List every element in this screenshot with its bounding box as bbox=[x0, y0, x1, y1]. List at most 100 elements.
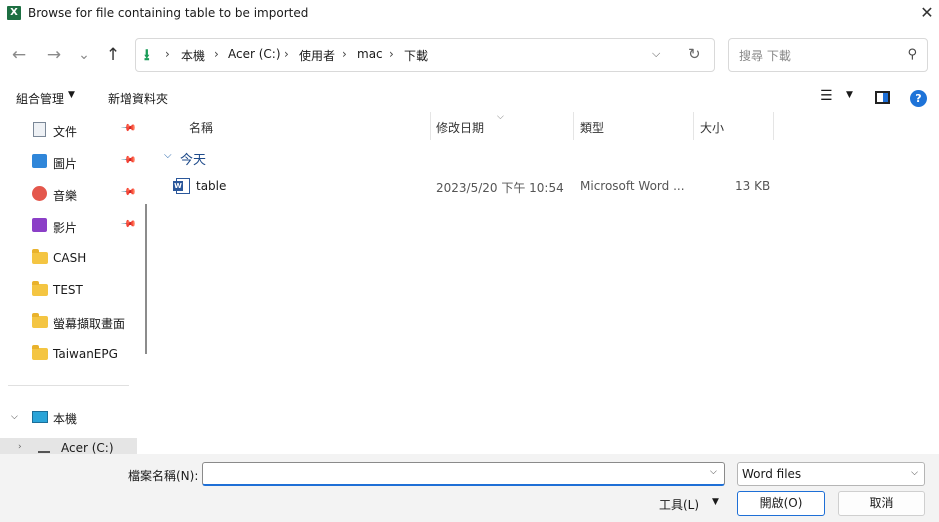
sidebar-item-label: 螢幕擷取畫面 bbox=[53, 317, 126, 331]
navigation-pane[interactable]: 文件 📌 圖片 📌 音樂 📌 影片 📌 CASH TEST 螢幕擷取畫面 Tai… bbox=[0, 112, 152, 454]
caret-down-icon[interactable]: ▼ bbox=[712, 497, 719, 507]
filename-input[interactable] bbox=[202, 462, 725, 486]
folder-icon bbox=[32, 249, 48, 264]
view-list-icon[interactable]: ☰ bbox=[820, 88, 833, 104]
organize-button[interactable]: 組合管理 bbox=[16, 90, 64, 107]
filename-label: 檔案名稱(N): bbox=[128, 469, 199, 483]
divider bbox=[8, 385, 129, 386]
breadcrumb-users[interactable]: 使用者 bbox=[299, 47, 335, 64]
pin-icon: 📌 bbox=[119, 216, 137, 233]
folder-icon bbox=[32, 313, 48, 328]
back-button[interactable]: ← bbox=[6, 42, 32, 68]
caret-down-icon[interactable]: ▼ bbox=[846, 90, 853, 100]
preview-pane-icon[interactable] bbox=[875, 91, 890, 104]
column-header-size[interactable]: 大小 bbox=[700, 119, 724, 136]
breadcrumb-downloads[interactable]: 下載 bbox=[404, 47, 428, 64]
file-type: Microsoft Word ... bbox=[580, 179, 685, 193]
sidebar-item-label: TaiwanEPG bbox=[53, 347, 118, 361]
sidebar-item-screenshots[interactable]: 螢幕擷取畫面 bbox=[0, 310, 140, 334]
sidebar-item-label: 圖片 bbox=[53, 157, 78, 171]
refresh-icon[interactable]: ↻ bbox=[688, 45, 701, 63]
sidebar-item-taiwanepg[interactable]: TaiwanEPG bbox=[0, 342, 140, 366]
file-name: table bbox=[196, 179, 227, 193]
sidebar-item-videos[interactable]: 影片 📌 bbox=[0, 214, 140, 238]
breadcrumb-this-pc[interactable]: 本機 bbox=[181, 47, 205, 64]
pictures-icon bbox=[32, 154, 47, 168]
close-button[interactable]: ✕ bbox=[915, 0, 939, 26]
sidebar-item-music[interactable]: 音樂 📌 bbox=[0, 182, 140, 206]
breadcrumb-separator[interactable]: › bbox=[389, 47, 394, 61]
scrollbar[interactable] bbox=[145, 204, 147, 354]
excel-app-icon: X bbox=[7, 6, 21, 20]
forward-button[interactable]: → bbox=[41, 42, 67, 68]
chevron-down-icon[interactable]: ⌵ bbox=[164, 150, 172, 161]
search-icon[interactable]: ⚲ bbox=[907, 47, 917, 62]
breadcrumb-separator[interactable]: › bbox=[342, 47, 347, 61]
recent-locations-button[interactable]: ⌄ bbox=[71, 42, 97, 68]
file-list[interactable]: 名稱 ⌵ 修改日期 類型 大小 ⌵ 今天 table 2023/5/20 下午 … bbox=[156, 112, 939, 454]
breadcrumb-drive[interactable]: Acer (C:) bbox=[228, 47, 281, 61]
videos-icon bbox=[32, 218, 47, 232]
music-icon bbox=[32, 186, 47, 201]
chevron-down-icon[interactable]: ⌵ bbox=[710, 467, 717, 477]
pin-icon: 📌 bbox=[119, 120, 137, 137]
help-icon[interactable]: ? bbox=[910, 90, 927, 107]
this-pc-icon bbox=[32, 411, 48, 423]
sidebar-item-documents[interactable]: 文件 📌 bbox=[0, 118, 140, 142]
sidebar-item-this-pc[interactable]: 本機 bbox=[53, 410, 77, 427]
breadcrumb-separator[interactable]: › bbox=[284, 47, 289, 61]
pin-icon: 📌 bbox=[119, 152, 137, 169]
pin-icon: 📌 bbox=[119, 184, 137, 201]
sidebar-item-test[interactable]: TEST bbox=[0, 278, 140, 302]
sidebar-item-label: CASH bbox=[53, 251, 87, 265]
column-separator[interactable] bbox=[573, 112, 574, 140]
search-placeholder: 搜尋 下載 bbox=[739, 49, 791, 63]
column-header-modified[interactable]: 修改日期 bbox=[436, 119, 484, 136]
sort-indicator-icon: ⌵ bbox=[497, 112, 504, 122]
chevron-right-icon[interactable]: › bbox=[18, 442, 22, 452]
breadcrumb-mac[interactable]: mac bbox=[357, 47, 383, 61]
drive-icon bbox=[38, 443, 50, 453]
group-header-today[interactable]: 今天 bbox=[180, 149, 206, 168]
address-bar[interactable]: ⭳ › 本機 › Acer (C:) › 使用者 › mac › 下載 ⌵ ↻ bbox=[135, 38, 715, 72]
filetype-value: Word files bbox=[742, 467, 802, 481]
title-bar: X Browse for file containing table to be… bbox=[0, 0, 939, 28]
search-input[interactable]: 搜尋 下載 ⚲ bbox=[728, 38, 928, 72]
sidebar-item-label: 影片 bbox=[53, 221, 78, 235]
column-separator[interactable] bbox=[773, 112, 774, 140]
documents-icon bbox=[33, 122, 46, 137]
tools-button[interactable]: 工具(L) bbox=[659, 496, 699, 513]
sidebar-item-cash[interactable]: CASH bbox=[0, 246, 140, 270]
cancel-button[interactable]: 取消 bbox=[838, 491, 925, 516]
file-modified: 2023/5/20 下午 10:54 bbox=[436, 181, 564, 195]
open-button[interactable]: 開啟(O) bbox=[737, 491, 825, 516]
chevron-down-icon[interactable]: ⌵ bbox=[652, 47, 660, 61]
chevron-down-icon[interactable]: ⌵ bbox=[11, 412, 18, 422]
column-header-type[interactable]: 類型 bbox=[580, 119, 604, 136]
column-separator[interactable] bbox=[693, 112, 694, 140]
window-title: Browse for file containing table to be i… bbox=[28, 6, 309, 20]
download-icon: ⭳ bbox=[144, 45, 150, 64]
sidebar-item-drive[interactable]: › Acer (C:) bbox=[0, 438, 137, 454]
file-size: 13 KB bbox=[735, 179, 771, 193]
command-toolbar: 組合管理 ▼ 新增資料夾 ☰ ▼ ? bbox=[0, 84, 939, 112]
sidebar-item-label: 音樂 bbox=[53, 189, 78, 203]
sidebar-item-label: 文件 bbox=[53, 125, 78, 139]
up-button[interactable]: ↑ bbox=[100, 42, 126, 68]
sidebar-item-label: TEST bbox=[53, 283, 83, 297]
sidebar-item-pictures[interactable]: 圖片 📌 bbox=[0, 150, 140, 174]
chevron-down-icon[interactable]: ⌵ bbox=[911, 468, 918, 478]
file-row[interactable]: table 2023/5/20 下午 10:54 Microsoft Word … bbox=[170, 174, 810, 198]
column-separator[interactable] bbox=[430, 112, 431, 140]
column-header-name[interactable]: 名稱 bbox=[189, 119, 213, 136]
breadcrumb-separator[interactable]: › bbox=[214, 47, 219, 61]
folder-icon bbox=[32, 281, 48, 296]
word-document-icon bbox=[173, 178, 190, 194]
breadcrumb-separator[interactable]: › bbox=[165, 47, 170, 61]
sidebar-item-label: Acer (C:) bbox=[61, 441, 114, 454]
folder-icon bbox=[32, 345, 48, 360]
new-folder-button[interactable]: 新增資料夾 bbox=[108, 90, 168, 107]
filetype-select[interactable]: Word files ⌵ bbox=[737, 462, 925, 486]
dialog-footer: 檔案名稱(N): ⌵ Word files ⌵ 工具(L) ▼ 開啟(O) 取消 bbox=[0, 454, 939, 522]
caret-down-icon[interactable]: ▼ bbox=[68, 90, 75, 100]
